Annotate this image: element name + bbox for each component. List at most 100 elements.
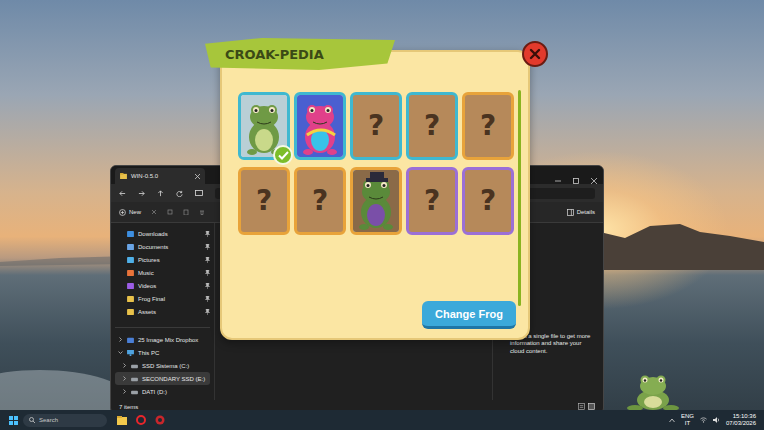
refresh-icon [176,190,183,197]
sidebar-item[interactable]: Documents [115,240,214,253]
cloud-icon [127,337,134,343]
item-label: SECONDARY SSD (E:) [142,376,205,382]
wifi-icon [700,417,707,423]
details-button[interactable]: Details [567,209,603,216]
sidebar-item[interactable]: Downloads [115,227,214,240]
search-box[interactable]: Search [23,414,107,427]
close-button[interactable] [522,41,548,67]
item-label: DATI (D:) [142,389,167,395]
unknown-mark: ? [424,187,440,215]
item-label: Downloads [138,231,201,237]
frog-card[interactable]: ? [350,92,402,160]
chevron-icon [118,350,123,355]
language-label: ENG [681,413,694,420]
drive-item[interactable]: DATI (D:) [115,385,210,398]
view-switch[interactable] [578,403,595,410]
change-frog-button[interactable]: Change Frog [422,301,516,329]
unknown-mark: ? [368,112,384,140]
unknown-mark: ? [480,187,496,215]
pin-icon [205,270,210,276]
folder-icon [127,309,134,315]
up-icon [157,190,164,197]
chevron-icon [122,363,127,368]
folder-icon [127,296,134,302]
clock[interactable]: 15:10:3607/03/2026 [726,413,756,427]
frog-card[interactable] [238,92,290,160]
time-label: 15:10:36 [733,413,756,420]
pinned-apps [117,415,165,425]
date-label: 07/03/2026 [726,420,756,427]
item-label: Documents [138,244,201,250]
sidebar-item[interactable]: Music [115,266,214,279]
details-label: Details [577,209,595,215]
opera-icon[interactable] [136,415,146,425]
explorer-tab[interactable]: WIN-0.5.0 [115,168,205,184]
frog-card[interactable] [294,92,346,160]
new-button[interactable]: New [119,209,141,216]
frog-card[interactable]: ? [406,167,458,235]
sidebar-item[interactable]: Frog Final [115,292,214,305]
list-view-icon [578,403,585,410]
plus-icon [119,209,126,216]
forward-icon [138,190,145,197]
drive-item[interactable]: This PC [115,346,210,359]
title-banner: CROAK-PEDIA [205,38,395,70]
item-label: Pictures [138,257,201,263]
sidebar-item[interactable]: Assets [115,305,214,318]
unknown-mark: ? [256,187,272,215]
frog-card[interactable]: ? [294,167,346,235]
frog-card[interactable] [350,167,402,235]
pin-icon [205,283,210,289]
folder-icon [127,283,134,289]
pin-icon [205,244,210,250]
system-tray: ENGIT 15:10:3607/03/2026 [669,413,764,427]
folder-icon [127,231,134,237]
chevron-icon [118,337,123,342]
input-language[interactable]: ENGIT [681,413,694,427]
frog-card[interactable]: ? [406,92,458,160]
back-icon [119,190,126,197]
drive-icon [131,363,138,369]
item-count: 7 items [119,404,138,410]
pin-icon [205,231,210,237]
drive-icon [131,376,138,382]
unknown-mark: ? [424,112,440,140]
chevron-icon [122,389,127,394]
dialog-title: CROAK-PEDIA [225,47,324,62]
details-pane-icon [567,209,574,216]
selected-check [273,145,293,165]
sidebar-item[interactable]: Pictures [115,253,214,266]
file-explorer-icon[interactable] [117,416,127,425]
delete-icon [199,209,205,215]
chevron-icon [122,376,127,381]
frog-card[interactable]: ? [462,167,514,235]
pc-icon [127,350,134,356]
frog-card[interactable]: ? [238,167,290,235]
croakpedia-dialog: ??????? Change Frog CROAK-PEDIA [205,38,550,350]
drive-icon [131,389,138,395]
frog-card[interactable]: ? [462,92,514,160]
drive-item[interactable]: SSD Sistema (C:) [115,359,210,372]
drive-item[interactable]: 25 Image Mix Dropbox [115,333,210,346]
tab-title: WIN-0.5.0 [131,173,191,179]
scrollbar[interactable] [518,90,521,306]
view-icon [195,190,203,197]
croakpedia-panel: ??????? Change Frog [220,50,530,340]
pin-icon [205,309,210,315]
new-label: New [129,209,141,215]
desktop-frog-pet-icon [623,372,681,412]
folder-icon [127,257,134,263]
frog-icon [353,170,399,232]
app-icon[interactable] [155,415,165,425]
cut-icon [151,209,157,215]
folder-icon [127,244,134,250]
sidebar-item[interactable]: Videos [115,279,214,292]
item-label: Videos [138,283,201,289]
drive-item[interactable]: SECONDARY SSD (E:) [115,372,210,385]
item-label: 25 Image Mix Dropbox [138,337,198,343]
item-label: SSD Sistema (C:) [142,363,189,369]
close-icon [529,48,541,60]
item-label: Music [138,270,201,276]
frog-icon [297,95,343,157]
windows-logo-icon[interactable] [9,416,18,425]
